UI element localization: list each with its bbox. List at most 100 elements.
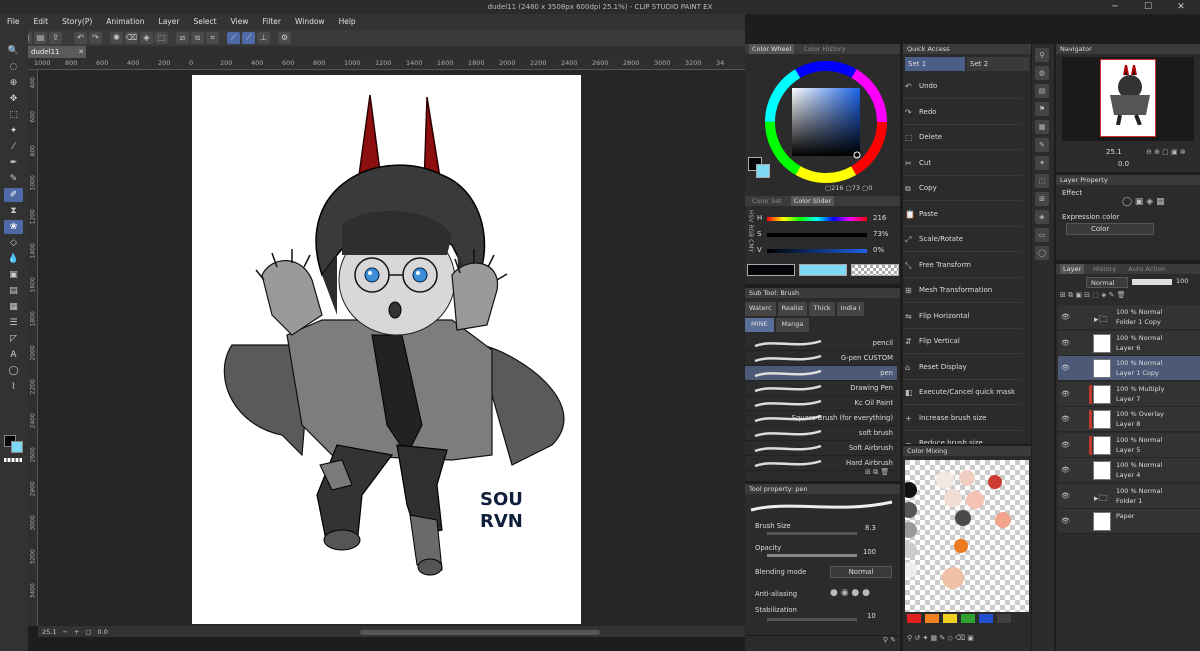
mixed-color-dot[interactable] [959,470,975,486]
blend-tool-icon[interactable]: 💧 [4,252,23,266]
layer-row[interactable]: 👁 100 % Normal Layer 5 [1058,432,1200,458]
snap-ruler-icon[interactable]: ⟋ [227,32,240,44]
layer-opacity-value[interactable]: 100 [1176,277,1188,285]
menu-layer[interactable]: Layer [152,14,187,30]
blending-dropdown[interactable]: Normal [830,566,892,578]
value-slider[interactable] [767,249,867,253]
palette-swatch[interactable] [979,614,993,623]
v-value[interactable]: 0% [873,246,884,254]
zoom-tool-icon[interactable]: 🔍 [4,44,23,58]
s-value[interactable]: 73% [873,230,889,238]
layer-row[interactable]: 👁 100 % Overlay Layer 8 [1058,407,1200,432]
decoration-tool-icon[interactable]: ❀ [4,220,23,234]
paper-canvas[interactable]: SOU RVN [192,75,581,624]
menu-animation[interactable]: Animation [99,14,151,30]
color-mode-tabs[interactable]: HSV RGB CMY [746,210,754,252]
palette-swatch[interactable] [943,614,957,623]
sub-tool-actions[interactable]: ⊞ ⧉ 🗑 [865,468,889,477]
quick-access-item[interactable]: − Reduce brush size [903,431,1023,444]
close-button[interactable]: ✕ [1166,0,1196,14]
redo-icon[interactable]: ↷ [89,32,102,44]
quick-access-item[interactable]: ⊞ Mesh Transformation [903,278,1023,303]
sub-color-bar[interactable] [799,264,847,276]
visibility-eye-icon[interactable]: 👁 [1061,364,1070,372]
menu-filter[interactable]: Filter [255,14,288,30]
palette-swatch[interactable] [961,614,975,623]
tab-auto-action[interactable]: Auto Action [1125,264,1169,274]
invert-selection-icon[interactable]: ⧅ [191,32,204,44]
maximize-button[interactable]: ☐ [1133,0,1163,14]
stabilization-value[interactable]: 10 [867,612,876,620]
mixing-tools[interactable]: ⚲ ↺ ✦ ▦ ✎ ◇ ⌫ ▣ [907,634,974,642]
navigator-zoom[interactable]: 25.1 [1106,148,1122,156]
tab-color-wheel[interactable]: Color Wheel [749,44,795,54]
menu-help[interactable]: Help [332,14,363,30]
visibility-eye-icon[interactable]: 👁 [1061,492,1070,500]
brush-item[interactable]: Drawing Pen [745,381,897,396]
main-color-bar[interactable] [747,264,795,276]
quick-access-item[interactable]: ⬚ Delete [903,125,1023,150]
layer-row[interactable]: 👁 100 % Normal Layer 4 [1058,458,1200,483]
menu-view[interactable]: View [224,14,256,30]
zoom-out-icon[interactable]: − [62,628,67,636]
tab-color-slider[interactable]: Color Slider [790,196,835,206]
menu-edit[interactable]: Edit [27,14,56,30]
layer-opacity-slider[interactable] [1132,279,1172,285]
quick-access-item[interactable]: ⤡ Free Transform [903,253,1023,278]
zoom-value[interactable]: 25.1 [42,628,56,636]
brush-item[interactable]: soft brush [745,426,897,441]
material-flag-icon[interactable]: ⚑ [1035,102,1049,116]
effect-buttons[interactable]: ◯ ▣ ◈ ▦ [1122,197,1165,207]
search-icon[interactable]: ⚲ [1035,48,1049,62]
tab-manga[interactable]: Manga [775,318,810,332]
material-pattern-icon[interactable]: ⊞ [1035,192,1049,206]
pencil-tool-icon[interactable]: ✎ [4,172,23,186]
visibility-eye-icon[interactable]: 👁 [1061,390,1070,398]
brush-item[interactable]: G-pen CUSTOM [745,351,897,366]
clear-icon[interactable]: ⌫ [125,32,138,44]
quick-access-item[interactable]: ↶ Undo [903,74,1023,99]
visibility-eye-icon[interactable]: 👁 [1061,441,1070,449]
visibility-eye-icon[interactable]: 👁 [1061,517,1070,525]
quick-access-item[interactable]: ⇵ Flip Vertical [903,329,1023,354]
layer-row[interactable]: 👁 Paper [1058,509,1200,534]
transparent-swatch[interactable] [4,458,22,462]
menu-window[interactable]: Window [288,14,332,30]
set1-tab[interactable]: Set 1 [905,57,965,71]
visibility-eye-icon[interactable]: 👁 [1061,466,1070,474]
lasso-tool-icon[interactable]: ◌ [4,60,23,74]
crop-icon[interactable]: ⌗ [206,32,219,44]
layer-row[interactable]: 👁 100 % Normal Layer 6 [1058,330,1200,356]
gray-dot[interactable] [905,482,917,498]
gray-dot[interactable] [905,542,917,558]
mixed-color-dot[interactable] [995,512,1011,528]
visibility-eye-icon[interactable]: 👁 [1061,313,1070,321]
material-star-icon[interactable]: ✦ [1035,156,1049,170]
angle-value[interactable]: 0.0 [98,628,108,636]
material-icon[interactable]: ◍ [1035,66,1049,80]
fill-tool-icon[interactable]: ▣ [4,268,23,282]
export-icon[interactable]: ⇪ [49,32,62,44]
ruler-tool-icon[interactable]: ◸ [4,332,23,346]
frame-tool-icon[interactable]: ☰ [4,316,23,330]
gray-dot[interactable] [905,562,917,578]
zoom-in-icon[interactable]: + [74,628,79,636]
balloon-tool-icon[interactable]: ◯ [4,364,23,378]
mixed-color-dot[interactable] [988,475,1002,489]
eraser-tool-icon[interactable]: ◇ [4,236,23,250]
brush-item[interactable]: Kc Oil Paint [745,396,897,411]
transparent-bar[interactable] [851,264,899,276]
layer-row[interactable]: 👁 100 % Multiply Layer 7 [1058,381,1200,407]
move-tool-icon[interactable]: ✥ [4,92,23,106]
item-bank-icon[interactable]: ▤ [1035,84,1049,98]
menu-file[interactable]: File [0,14,27,30]
layer-folder-row[interactable]: 👁 ▸🗀 100 % Normal Folder 1 [1058,483,1200,509]
h-value[interactable]: 216 [873,214,886,222]
tab-watercolor[interactable]: Waterc [745,302,776,316]
settings-icon[interactable]: ⚙ [278,32,291,44]
undo-icon[interactable]: ↶ [74,32,87,44]
quick-access-item[interactable]: ⤢ Scale/Rotate [903,227,1023,252]
mixed-color-dot[interactable] [955,510,971,526]
brush-item[interactable]: pen [745,366,897,381]
color-wheel[interactable] [762,58,890,186]
